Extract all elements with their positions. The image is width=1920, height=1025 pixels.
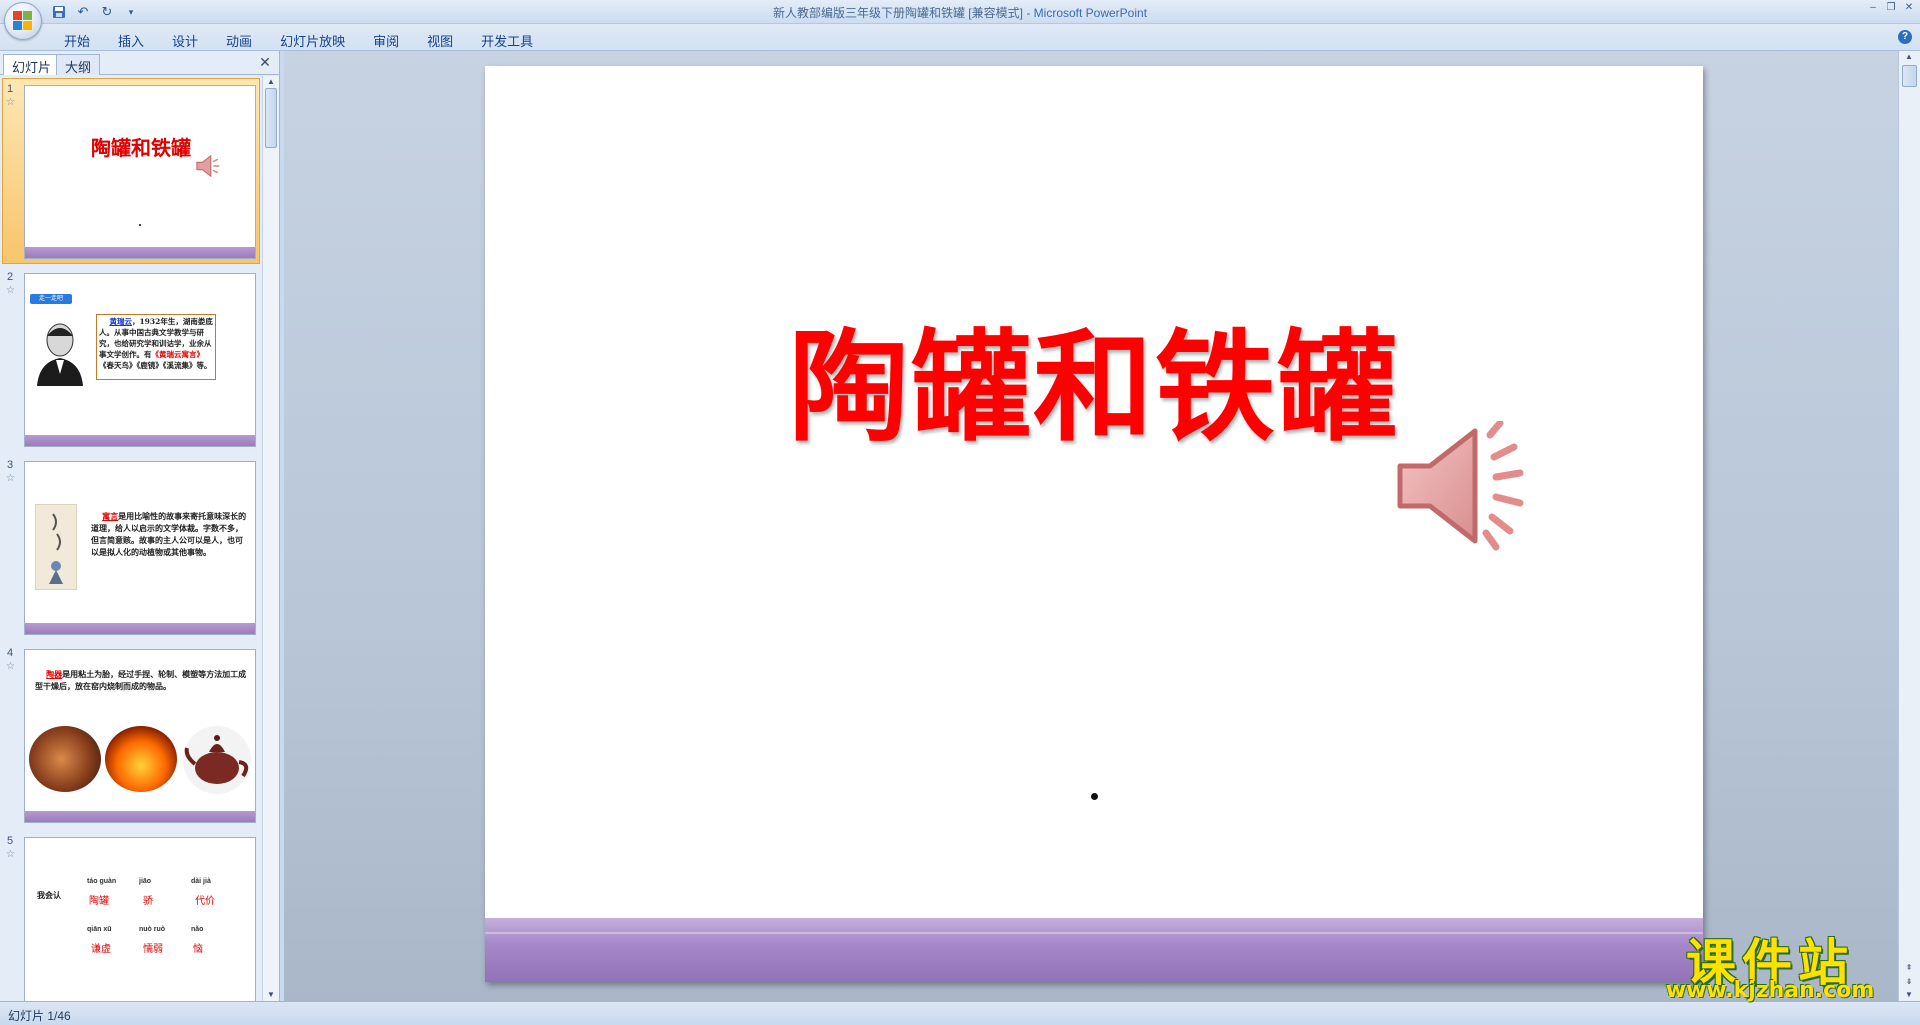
watermark-url: www.kjzhan.com <box>1665 978 1875 1003</box>
app-name: Microsoft PowerPoint <box>1033 6 1148 20</box>
word-han: 懦弱 <box>143 944 163 955</box>
word-pinyin: qiān xū <box>87 926 112 933</box>
thumbnail-scrollbar[interactable]: ▲ ▼ <box>262 76 279 1001</box>
close-icon[interactable]: ✕ <box>1902 2 1916 14</box>
title-bar: ↶ ↻ ▾ 新人教部编版三年级下册陶罐和铁罐 [兼容模式] - Microsof… <box>0 0 1920 24</box>
window-controls: – ❐ ✕ <box>1866 2 1916 14</box>
word-pinyin: dài jià <box>191 878 211 885</box>
panel-tabs: 幻灯片 大纲 ✕ <box>0 51 280 75</box>
thumb-label: 我会认 <box>37 891 61 900</box>
book-cover-image <box>35 504 77 590</box>
thumb-band <box>25 247 255 258</box>
animation-star-icon: ☆ <box>6 661 15 672</box>
word-han: 恼 <box>193 944 203 955</box>
thumb-text: 寓言是用比喻性的故事来寄托意味深长的道理，给人以启示的文学体裁。字数不多，但言简… <box>91 510 247 558</box>
help-icon[interactable]: ? <box>1898 30 1912 44</box>
slide-number: 2 <box>7 271 14 283</box>
scroll-down-icon[interactable]: ▼ <box>1903 990 1915 1000</box>
animation-star-icon: ☆ <box>6 285 15 296</box>
thumb-band <box>25 811 255 822</box>
slide-number: 5 <box>7 835 14 847</box>
works-text: 《春天鸟》《鹿镜》《溪流集》等。 <box>99 361 212 370</box>
thumb-title: 陶罐和铁罐 <box>91 136 191 160</box>
slide-number: 3 <box>7 459 14 471</box>
thumb-canvas: 寓言是用比喻性的故事来寄托意味深长的道理，给人以启示的文学体裁。字数不多，但言简… <box>24 461 256 635</box>
thumb-canvas: 陶罐和铁罐 <box>24 85 256 259</box>
word-han: 谦虚 <box>91 944 111 955</box>
tab-view[interactable]: 视图 <box>413 29 467 52</box>
slide-dot <box>1091 793 1098 800</box>
band-highlight <box>485 932 1703 934</box>
thumb-canvas: 我会认 táo guàn 陶罐 jiāo 骄 dài jià 代价 qiān x… <box>24 837 256 1001</box>
status-bar: 幻灯片 1/46 <box>0 1001 1920 1025</box>
word-pinyin: nuò ruò <box>139 926 166 933</box>
tab-review[interactable]: 审阅 <box>359 29 413 52</box>
thumb-band <box>25 623 255 634</box>
ribbon-tab-bar: 开始 插入 设计 动画 幻灯片放映 审阅 视图 开发工具 ? <box>0 24 1920 51</box>
thumb-text: 陶器是用粘土为胎，经过手捏、轮制、模塑等方法加工成型干燥后，放在窑内烧制而成的物… <box>35 668 249 692</box>
word-han: 骄 <box>143 896 153 907</box>
word-pinyin: táo guàn <box>87 878 117 885</box>
tab-insert[interactable]: 插入 <box>104 29 158 52</box>
tab-slideshow[interactable]: 幻灯片放映 <box>266 29 359 52</box>
window-title: 新人教部编版三年级下册陶罐和铁罐 [兼容模式] - Microsoft Powe… <box>0 4 1920 21</box>
pottery-wheel-image <box>29 726 101 792</box>
portrait-image <box>37 323 83 386</box>
thumb-canvas: 走一走吧 黄瑞云，1932年生，湖南娄底人。从事中国古典文学教学与研究，也给研究… <box>24 273 256 447</box>
thumb-text: 黄瑞云，1932年生，湖南娄底人。从事中国古典文学教学与研究，也给研究学和训诂学… <box>99 316 213 371</box>
scroll-thumb[interactable] <box>265 88 277 148</box>
scroll-down-icon[interactable]: ▼ <box>265 990 277 1000</box>
speaker-icon <box>196 154 220 178</box>
animation-star-icon: ☆ <box>6 473 15 484</box>
main-vertical-scrollbar[interactable]: ▲ ⇞ ⇟ ▼ <box>1898 51 1920 1001</box>
teapot-image <box>183 726 251 794</box>
slide-workspace: 陶罐和铁罐 <box>284 51 1898 1001</box>
tab-animations[interactable]: 动画 <box>212 29 266 52</box>
tab-developer[interactable]: 开发工具 <box>467 29 547 52</box>
document-name: 新人教部编版三年级下册陶罐和铁罐 [兼容模式] <box>772 6 1023 20</box>
tab-design[interactable]: 设计 <box>158 29 212 52</box>
slide-thumbnails: 1 ☆ 陶罐和铁罐 2 ☆ 走一走吧 黄瑞云，1932年生，湖南娄底人。从事中国… <box>0 76 262 1001</box>
thumb-text-box: 黄瑞云，1932年生，湖南娄底人。从事中国古典文学教学与研究，也给研究学和训诂学… <box>96 314 216 380</box>
animation-star-icon: ☆ <box>6 97 15 108</box>
author-name: 黄瑞云 <box>109 317 132 326</box>
scroll-up-icon[interactable]: ▲ <box>1903 52 1915 62</box>
office-button[interactable] <box>4 2 42 40</box>
pottery-definition: 是用粘土为胎，经过手捏、轮制、模塑等方法加工成型干燥后，放在窑内烧制而成的物品。 <box>35 669 247 691</box>
word-pinyin: jiāo <box>139 878 152 885</box>
slide-number: 1 <box>7 83 14 95</box>
slide-canvas[interactable]: 陶罐和铁罐 <box>485 66 1703 982</box>
close-panel-icon[interactable]: ✕ <box>258 55 272 69</box>
slides-panel: 幻灯片 大纲 ✕ 1 ☆ 陶罐和铁罐 2 ☆ 走一走吧 黄瑞云，1932年生，湖… <box>0 51 280 1001</box>
next-slide-icon[interactable]: ⇟ <box>1903 977 1915 987</box>
book-title: 《黄瑞云寓言》 <box>151 350 205 359</box>
tab-outline[interactable]: 大纲 <box>56 54 101 75</box>
office-logo-icon <box>13 11 33 31</box>
term-pottery: 陶器 <box>46 669 63 679</box>
tab-slides[interactable]: 幻灯片 <box>3 54 61 75</box>
thumb-badge: 走一走吧 <box>30 294 72 304</box>
term-fable: 寓言 <box>102 511 119 521</box>
animation-star-icon: ☆ <box>6 849 15 860</box>
slide-counter: 幻灯片 1/46 <box>8 1009 71 1023</box>
scroll-thumb[interactable] <box>1902 65 1917 87</box>
minimize-icon[interactable]: – <box>1866 2 1880 14</box>
tab-home[interactable]: 开始 <box>50 29 104 52</box>
speaker-icon[interactable] <box>1390 421 1530 551</box>
title-separator: - <box>1022 6 1034 20</box>
thumb-band <box>25 435 255 446</box>
word-han: 代价 <box>195 896 215 907</box>
restore-icon[interactable]: ❐ <box>1884 2 1898 14</box>
kiln-fire-image <box>105 726 177 792</box>
word-han: 陶罐 <box>89 896 109 907</box>
slide-number: 4 <box>7 647 14 659</box>
word-pinyin: nǎo <box>191 926 204 933</box>
scroll-up-icon[interactable]: ▲ <box>265 77 277 87</box>
slide-footer-band <box>485 918 1703 982</box>
prev-slide-icon[interactable]: ⇞ <box>1903 963 1915 973</box>
thumb-canvas: 陶器是用粘土为胎，经过手捏、轮制、模塑等方法加工成型干燥后，放在窑内烧制而成的物… <box>24 649 256 823</box>
thumb-dot <box>139 224 141 226</box>
site-watermark: 课件站 www.kjzhan.com <box>1650 923 1890 1003</box>
